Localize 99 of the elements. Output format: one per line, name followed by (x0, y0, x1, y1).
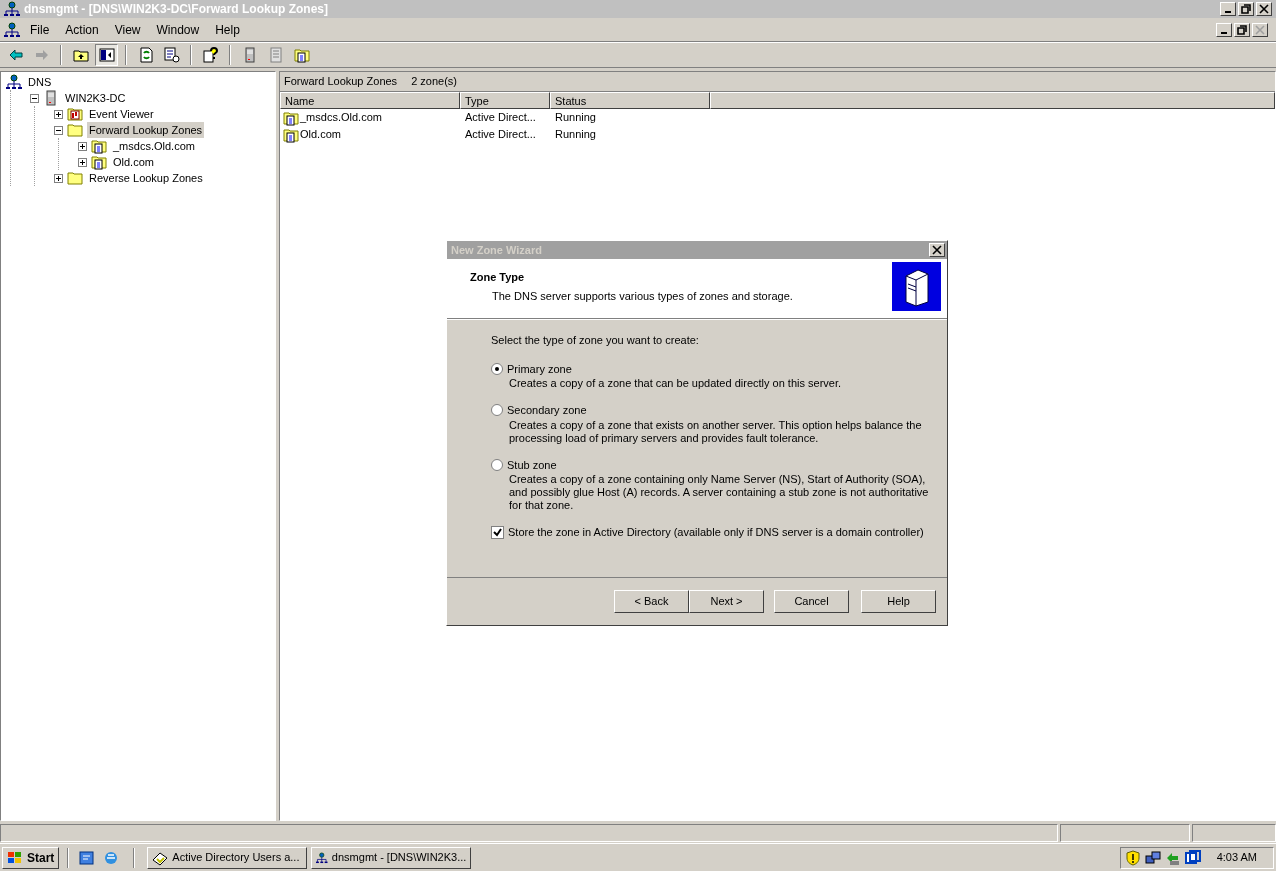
menu-item[interactable]: Window (150, 20, 206, 39)
server-icon (43, 90, 59, 106)
restore-icon (1240, 3, 1252, 15)
menu-item[interactable]: File (24, 20, 56, 39)
table-cell-text: Active Direct... (464, 110, 537, 126)
expand-box[interactable] (54, 109, 63, 119)
column-header[interactable]: Status (550, 92, 710, 109)
radio-label[interactable]: Primary zone (507, 360, 572, 377)
taskbar-button[interactable]: Active Directory Users a... (147, 846, 308, 869)
zone-name[interactable]: _msdcs.Old.com (300, 109, 382, 126)
expand-box[interactable] (78, 141, 87, 151)
notepad-icon (267, 47, 284, 63)
page-subtitle: The DNS server supports various types of zones and storage. (491, 288, 794, 304)
server-tower-icon (892, 262, 941, 311)
close-icon (1258, 3, 1270, 15)
plus-icon (55, 174, 62, 182)
window-title: dnsmgmt - [DNS\WIN2K3-DC\Forward Lookup Zones] (24, 1, 329, 18)
dialog-button[interactable]: < Back (614, 590, 689, 613)
pane-title: Forward Lookup Zones (284, 74, 398, 90)
menu-item[interactable]: Help (209, 20, 246, 39)
menu-item[interactable]: View (108, 20, 147, 39)
clock: 4:03 AM (1215, 850, 1258, 866)
collapse-box[interactable] (30, 93, 39, 103)
dialog-button[interactable]: Help (861, 590, 936, 613)
event-viewer-icon (67, 106, 83, 122)
folder-icon (67, 170, 83, 186)
restore-icon (1236, 23, 1248, 36)
start-button[interactable]: Start (2, 846, 60, 869)
radio-label[interactable]: Secondary zone (507, 402, 587, 419)
tree-item[interactable]: Event Viewer (87, 105, 156, 123)
option-description: Creates a copy of a zone that can be updated directly on this server. (508, 377, 843, 390)
close-button[interactable] (1256, 2, 1272, 16)
tree-item[interactable]: _msdcs.Old.com (111, 137, 197, 155)
prompt-text: Select the type of zone you want to create: (491, 333, 700, 348)
expand-box[interactable] (54, 173, 63, 183)
check-icon (493, 527, 502, 537)
restore-button[interactable] (1238, 2, 1254, 16)
windows-logo-icon (7, 850, 23, 865)
dialog-button[interactable]: Cancel (774, 590, 849, 613)
dialog-button[interactable]: Next > (689, 590, 764, 613)
table-cell-text: Active Direct... (464, 127, 537, 143)
close-button[interactable] (1252, 22, 1268, 37)
network-icon (6, 74, 22, 90)
shield-warning-icon[interactable] (1124, 849, 1141, 866)
tree-item[interactable]: Reverse Lookup Zones (87, 169, 205, 187)
column-header[interactable]: Name (280, 92, 460, 109)
minimize-button[interactable] (1220, 2, 1236, 16)
checkbox-label[interactable]: Store the zone in Active Directory (available only if DNS server is a domain controller) (508, 524, 924, 541)
radio-label[interactable]: Stub zone (507, 456, 557, 473)
radio-button[interactable] (491, 404, 503, 417)
radio-button[interactable] (491, 458, 503, 471)
squares-icon[interactable] (1184, 849, 1201, 866)
tree-item[interactable]: WIN2K3-DC (63, 89, 128, 107)
table-cell-text: Running (554, 110, 596, 126)
menu-item[interactable]: Action (59, 20, 105, 39)
network-icon (4, 21, 20, 38)
minimize-icon (1221, 31, 1227, 34)
export-list-icon (163, 47, 180, 63)
desktop-icon (79, 849, 96, 866)
close-icon (1254, 23, 1266, 36)
radio-button[interactable] (491, 362, 503, 375)
tree-item[interactable]: DNS (26, 73, 54, 91)
zone-folder-icon (293, 47, 310, 63)
plus-icon (79, 142, 86, 150)
close-icon (931, 244, 943, 256)
zone-folder-icon (283, 109, 299, 126)
column-header[interactable]: Type (460, 92, 550, 109)
toolbar-button[interactable] (95, 44, 118, 66)
restore-button[interactable] (1234, 22, 1250, 37)
expand-box[interactable] (78, 157, 87, 167)
table-cell-text: Running (554, 127, 596, 143)
folder-up-icon (72, 47, 89, 63)
zone-folder-icon (91, 154, 107, 170)
plus-icon (55, 110, 62, 118)
plus-icon (79, 158, 86, 166)
tree-item[interactable]: Forward Lookup Zones (87, 121, 205, 139)
console-tree-icon (98, 47, 115, 63)
minimize-button[interactable] (1216, 22, 1232, 37)
minimize-icon (1225, 11, 1231, 13)
option-description: Creates a copy of a zone that exists on another server. This option helps balance the processing load of primary servers and provides fault tolerance. (508, 418, 923, 445)
network-icon (316, 849, 328, 866)
network-icon (4, 1, 20, 17)
forward-arrow-icon (33, 47, 50, 63)
refresh-icon (137, 47, 154, 63)
tree-item[interactable]: Old.com (111, 153, 156, 171)
close-button[interactable] (929, 243, 945, 257)
collapse-box[interactable] (54, 125, 63, 135)
zone-name[interactable]: Old.com (300, 126, 341, 143)
checkbox[interactable] (491, 525, 504, 539)
page-heading: Zone Type (470, 270, 526, 285)
back-arrow-icon (7, 47, 24, 63)
taskbar-button[interactable]: dnsmgmt - [DNS\WIN2K3... (311, 846, 472, 869)
zone-count: 2 zone(s) (411, 74, 457, 90)
zone-folder-icon (91, 138, 107, 154)
network-computers-icon[interactable] (1144, 849, 1161, 866)
zone-folder-icon (283, 126, 299, 143)
folder-icon (67, 122, 83, 138)
help-icon (202, 47, 219, 63)
option-description: Creates a copy of a zone containing only Name Server (NS), Start of Authority (SOA), and possibly glue Host (A) records. A server containing a stub zone is not authoritative for that zone. (508, 473, 930, 512)
